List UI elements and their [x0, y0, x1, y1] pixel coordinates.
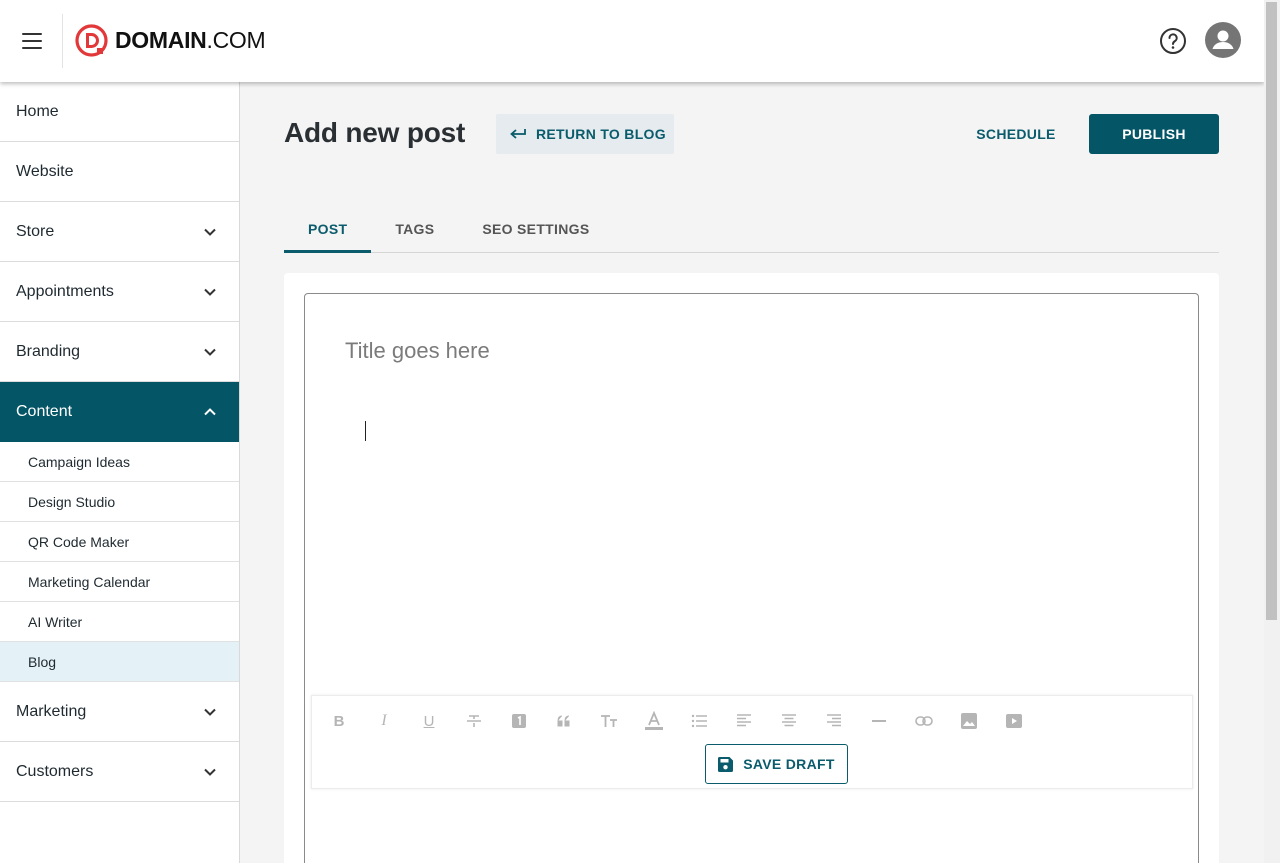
sidebar-item-label: Customers [16, 762, 94, 780]
chevron-up-icon [204, 407, 216, 415]
return-to-blog-label: RETURN TO BLOG [536, 126, 666, 142]
sidebar-subitem-ai-writer[interactable]: AI Writer [0, 602, 239, 642]
user-icon [1212, 30, 1234, 49]
save-draft-label: SAVE DRAFT [743, 756, 835, 772]
sidebar-subitem-label: Marketing Calendar [28, 573, 151, 590]
schedule-button[interactable]: SCHEDULE [963, 114, 1069, 154]
quote-icon[interactable] [552, 710, 576, 732]
strikethrough-icon[interactable] [462, 710, 486, 732]
tab-post[interactable]: POST [284, 205, 372, 253]
bold-icon[interactable]: B [327, 710, 351, 732]
sidebar-subitem-qr-code-maker[interactable]: QR Code Maker [0, 522, 239, 562]
top-header: DOMAIN.COM [0, 0, 1264, 82]
user-avatar[interactable] [1205, 22, 1241, 58]
sidebar-subitem-label: Blog [28, 653, 57, 670]
chevron-down-icon [204, 348, 216, 356]
sidebar-item-label: Website [16, 162, 74, 180]
tab-seo-settings[interactable]: SEO SETTINGS [458, 205, 613, 252]
sidebar-item-store[interactable]: Store [0, 202, 239, 262]
chevron-down-icon [204, 768, 216, 776]
sidebar-item-label: Marketing [16, 702, 87, 720]
list-icon[interactable] [687, 710, 711, 732]
sidebar-item-label: Home [16, 102, 59, 120]
chevron-down-icon [204, 228, 216, 236]
text-cursor [365, 421, 366, 441]
italic-icon[interactable]: I [372, 710, 396, 732]
sidebar-subitem-campaign-ideas[interactable]: Campaign Ideas [0, 442, 239, 482]
underline-icon[interactable]: U [417, 710, 441, 732]
help-icon[interactable] [1159, 27, 1187, 55]
font-size-icon[interactable] [597, 710, 621, 732]
sidebar-subitem-design-studio[interactable]: Design Studio [0, 482, 239, 522]
align-right-icon[interactable] [822, 710, 846, 732]
link-icon[interactable] [912, 710, 936, 732]
sidebar-item-label: Store [16, 222, 55, 240]
image-icon[interactable] [957, 710, 981, 732]
text-color-icon[interactable] [642, 710, 666, 732]
sidebar-subitem-marketing-calendar[interactable]: Marketing Calendar [0, 562, 239, 602]
align-center-icon[interactable] [777, 710, 801, 732]
brand-logo[interactable]: DOMAIN.COM [75, 24, 266, 57]
sidebar-item-website[interactable]: Website [0, 142, 239, 202]
horizontal-rule-icon[interactable] [867, 710, 891, 732]
page-title: Add new post [284, 117, 466, 148]
sidebar-item-appointments[interactable]: Appointments [0, 262, 239, 322]
sidebar-item-label: Branding [16, 342, 81, 360]
header-divider [62, 14, 63, 68]
return-to-blog-button[interactable]: RETURN TO BLOG [496, 114, 674, 154]
sidebar-item-marketing[interactable]: Marketing [0, 682, 239, 742]
align-left-icon[interactable] [732, 710, 756, 732]
chevron-down-icon [204, 708, 216, 716]
sidebar-subitem-label: Design Studio [28, 493, 116, 510]
sidebar-item-branding[interactable]: Branding [0, 322, 239, 382]
brand-name: DOMAIN.COM [115, 27, 266, 53]
floppy-disk-icon [718, 756, 734, 772]
sidebar-subitem-blog[interactable]: Blog [0, 642, 239, 682]
post-tabs: POST TAGS SEO SETTINGS [284, 205, 1219, 253]
tab-tags[interactable]: TAGS [371, 205, 458, 252]
chevron-down-icon [204, 288, 216, 296]
sidebar: Home Website Store Appointments Branding… [0, 82, 240, 863]
video-icon[interactable] [1002, 710, 1026, 732]
save-draft-button[interactable]: SAVE DRAFT [705, 744, 848, 784]
menu-icon[interactable] [22, 33, 42, 49]
sidebar-subitem-label: QR Code Maker [28, 533, 130, 550]
post-title-input[interactable] [345, 333, 1145, 369]
sidebar-item-label: Content [16, 402, 73, 420]
domain-logo-icon [75, 24, 108, 57]
sidebar-subitem-label: AI Writer [28, 613, 83, 630]
page-scrollbar-thumb[interactable] [1266, 2, 1277, 620]
heading-icon[interactable] [507, 710, 531, 732]
publish-button[interactable]: PUBLISH [1089, 114, 1219, 154]
sidebar-item-label: Appointments [16, 282, 114, 300]
sidebar-item-customers[interactable]: Customers [0, 742, 239, 802]
sidebar-item-home[interactable]: Home [0, 82, 239, 142]
sidebar-subitem-label: Campaign Ideas [28, 453, 130, 470]
sidebar-item-content[interactable]: Content [0, 382, 239, 442]
return-arrow-icon [510, 129, 526, 139]
